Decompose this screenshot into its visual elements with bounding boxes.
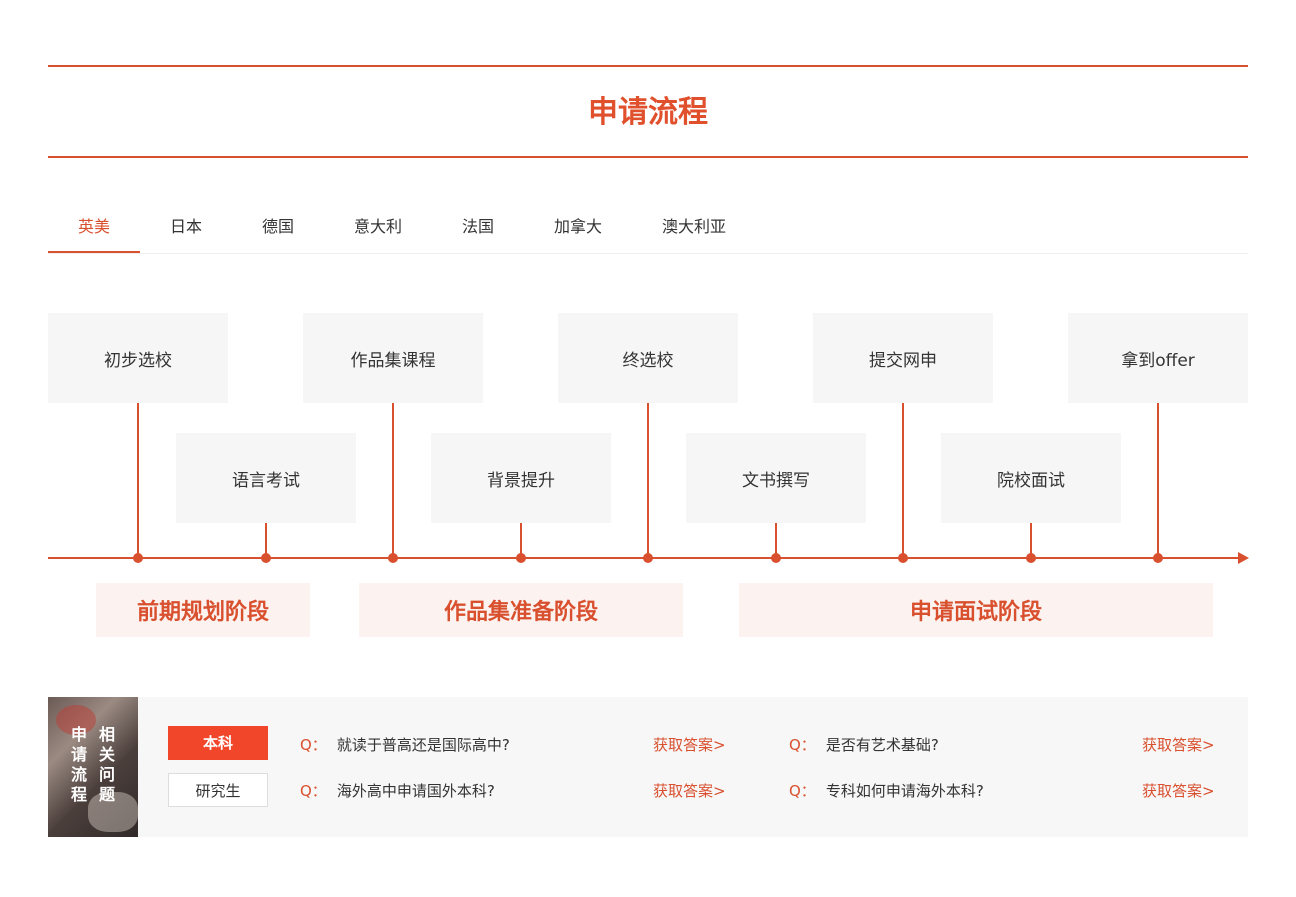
faq-question[interactable]: Q： 专科如何申请海外本科? bbox=[789, 780, 984, 802]
timeline-dot bbox=[261, 553, 271, 563]
get-answer-link[interactable]: 获取答案> bbox=[1142, 734, 1215, 756]
q-marker: Q： bbox=[789, 782, 816, 800]
tab-france[interactable]: 法国 bbox=[440, 205, 516, 251]
step-final-school-selection: 终选校 bbox=[558, 313, 738, 403]
timeline-dot bbox=[771, 553, 781, 563]
timeline-dot bbox=[388, 553, 398, 563]
country-tabs: 英美 日本 德国 意大利 法国 加拿大 澳大利亚 bbox=[48, 205, 1248, 254]
tab-germany[interactable]: 德国 bbox=[240, 205, 316, 251]
category-undergraduate-button[interactable]: 本科 bbox=[168, 726, 268, 760]
connector-line bbox=[137, 403, 139, 558]
timeline-dot bbox=[898, 553, 908, 563]
page: 申请流程 英美 日本 德国 意大利 法国 加拿大 澳大利亚 初步选校 作品集课程… bbox=[0, 0, 1296, 897]
connector-line bbox=[392, 403, 394, 558]
step-background-boost: 背景提升 bbox=[431, 433, 611, 523]
step-language-test: 语言考试 bbox=[176, 433, 356, 523]
get-answer-link[interactable]: 获取答案> bbox=[653, 734, 726, 756]
category-graduate-button[interactable]: 研究生 bbox=[168, 773, 268, 807]
get-answer-link[interactable]: 获取答案> bbox=[653, 780, 726, 802]
q-marker: Q： bbox=[789, 736, 816, 754]
step-portfolio-course: 作品集课程 bbox=[303, 313, 483, 403]
title-rule-top bbox=[48, 65, 1248, 67]
faq-panel: 申请流程 相关问题 本科 研究生 Q： 就读于普高还是国际高中? 获取答案> Q：… bbox=[48, 697, 1248, 837]
timeline-arrow-icon bbox=[1238, 552, 1249, 564]
timeline-dot bbox=[643, 553, 653, 563]
faq-side-title-right: 相关问题 bbox=[98, 725, 115, 804]
step-school-interview: 院校面试 bbox=[941, 433, 1121, 523]
faq-question[interactable]: Q： 就读于普高还是国际高中? bbox=[300, 734, 510, 756]
timeline-dot bbox=[1026, 553, 1036, 563]
timeline-dot bbox=[133, 553, 143, 563]
q-marker: Q： bbox=[300, 736, 327, 754]
question-text: 就读于普高还是国际高中? bbox=[336, 736, 510, 754]
question-text: 海外高中申请国外本科? bbox=[336, 782, 495, 800]
tab-italy[interactable]: 意大利 bbox=[338, 205, 418, 251]
tab-canada[interactable]: 加拿大 bbox=[538, 205, 618, 251]
tab-australia[interactable]: 澳大利亚 bbox=[648, 205, 740, 251]
connector-line bbox=[1157, 403, 1159, 558]
tab-japan[interactable]: 日本 bbox=[148, 205, 224, 251]
step-essay-writing: 文书撰写 bbox=[686, 433, 866, 523]
stage-application-interview: 申请面试阶段 bbox=[739, 583, 1213, 637]
q-marker: Q： bbox=[300, 782, 327, 800]
tab-uk-us[interactable]: 英美 bbox=[48, 205, 140, 253]
title-rule-bottom bbox=[48, 156, 1248, 158]
timeline-dot bbox=[516, 553, 526, 563]
faq-question[interactable]: Q： 海外高中申请国外本科? bbox=[300, 780, 495, 802]
step-get-offer: 拿到offer bbox=[1068, 313, 1248, 403]
question-text: 是否有艺术基础? bbox=[825, 736, 939, 754]
stage-portfolio-preparation: 作品集准备阶段 bbox=[359, 583, 683, 637]
faq-side-image: 申请流程 相关问题 bbox=[48, 697, 138, 837]
stage-early-planning: 前期规划阶段 bbox=[96, 583, 310, 637]
question-text: 专科如何申请海外本科? bbox=[825, 782, 984, 800]
step-online-application: 提交网申 bbox=[813, 313, 993, 403]
connector-line bbox=[647, 403, 649, 558]
step-initial-school-selection: 初步选校 bbox=[48, 313, 228, 403]
page-title: 申请流程 bbox=[588, 95, 708, 130]
get-answer-link[interactable]: 获取答案> bbox=[1142, 780, 1215, 802]
timeline-dot bbox=[1153, 553, 1163, 563]
faq-question[interactable]: Q： 是否有艺术基础? bbox=[789, 734, 939, 756]
faq-side-title-left: 申请流程 bbox=[70, 725, 87, 804]
connector-line bbox=[902, 403, 904, 558]
